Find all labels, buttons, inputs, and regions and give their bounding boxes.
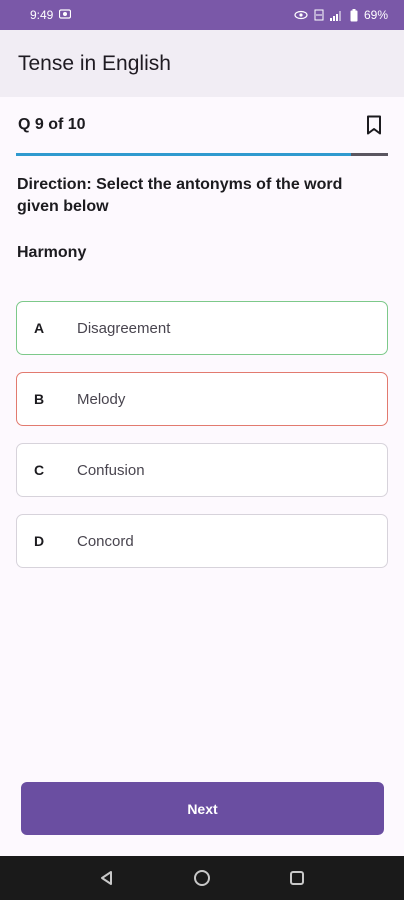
app-title: Tense in English: [18, 51, 171, 75]
option-d[interactable]: D Concord: [16, 514, 388, 568]
option-letter: B: [34, 391, 45, 407]
eye-icon: [294, 10, 308, 20]
option-letter: C: [34, 462, 45, 478]
question-direction: Direction: Select the antonyms of the wo…: [17, 176, 343, 215]
bookmark-icon[interactable]: [362, 113, 386, 137]
option-b[interactable]: B Melody: [16, 372, 388, 426]
option-text: Confusion: [77, 461, 145, 479]
question-header: Q 9 of 10: [0, 97, 404, 153]
signal-icon: [329, 10, 344, 21]
question-counter: Q 9 of 10: [18, 116, 86, 133]
question-word: Harmony: [17, 244, 87, 261]
system-nav-bar: [0, 856, 404, 900]
option-text: Melody: [77, 390, 126, 408]
option-letter: A: [34, 320, 45, 336]
option-a[interactable]: A Disagreement: [16, 301, 388, 355]
battery-icon: [350, 8, 358, 22]
recents-icon[interactable]: [285, 866, 309, 890]
options-list: A Disagreement B Melody C Confusion D Co…: [16, 301, 388, 585]
option-text: Disagreement: [77, 319, 171, 337]
status-time: 9:49: [30, 8, 54, 22]
progress-fill: [16, 153, 351, 156]
option-c[interactable]: C Confusion: [16, 443, 388, 497]
gallery-icon: [59, 8, 72, 22]
app-bar: Tense in English: [0, 30, 404, 97]
progress-bar: [16, 153, 388, 156]
battery-level: 69%: [363, 8, 388, 22]
option-letter: D: [34, 533, 45, 549]
status-bar: 9:49 69%: [0, 0, 404, 30]
volte-icon: [314, 9, 324, 21]
back-icon[interactable]: [95, 866, 119, 890]
home-icon[interactable]: [190, 866, 214, 890]
option-text: Concord: [77, 532, 134, 550]
next-button[interactable]: Next: [21, 782, 384, 835]
